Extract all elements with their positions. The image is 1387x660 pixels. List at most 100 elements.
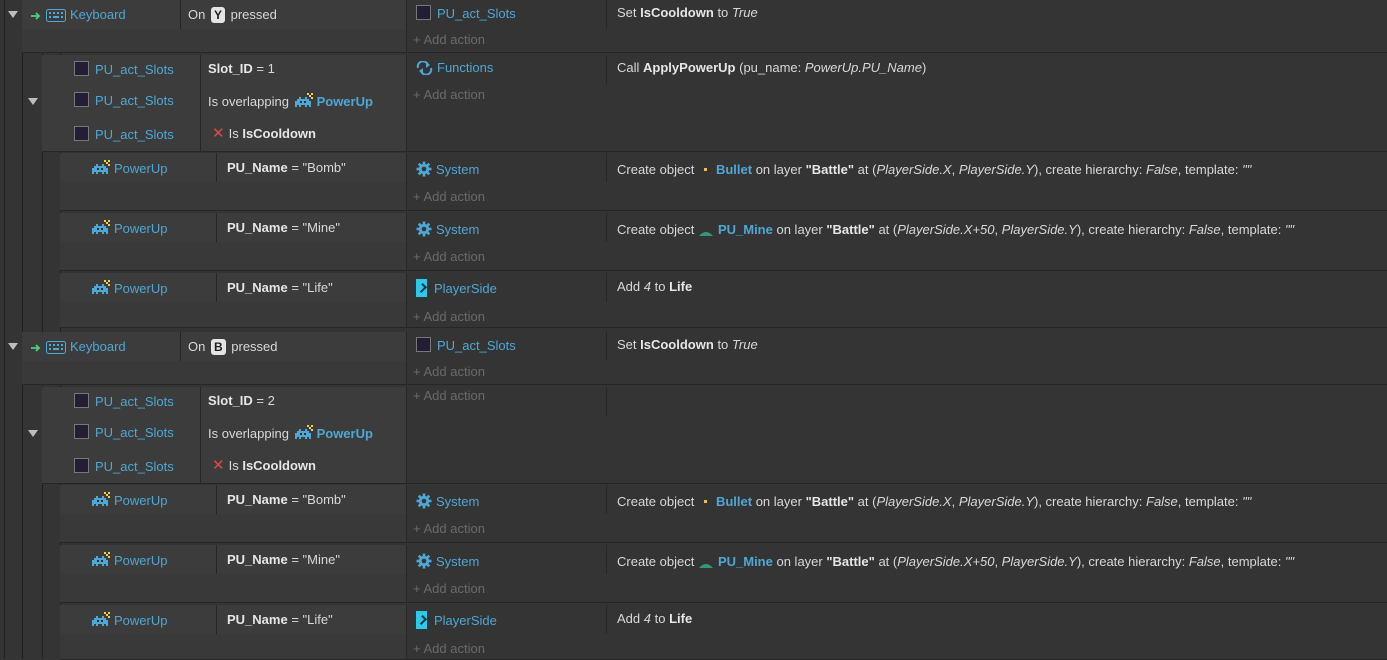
eq: = (291, 280, 299, 295)
collapse-toggle[interactable] (8, 343, 18, 350)
object-pu-act-slots[interactable]: PU_act_Slots (74, 126, 174, 143)
add-action-button[interactable]: Add action (413, 521, 485, 537)
bullet-sprite-icon (703, 168, 707, 171)
object-bullet[interactable]: Bullet (716, 162, 752, 177)
trigger-keyboard[interactable]: Keyboard (30, 339, 126, 355)
var-life: Life (669, 279, 693, 294)
condition-is-overlapping[interactable]: Is overlapping PowerUp (208, 425, 373, 442)
object-powerup[interactable]: PowerUp (90, 280, 167, 297)
condition-pu-name[interactable]: PU_Name = "Life" (227, 280, 333, 296)
action-create-object[interactable]: Create object Bullet on layer "Battle" a… (617, 162, 1251, 178)
column-separator (606, 332, 607, 361)
action-object-slots[interactable]: PU_act_Slots (416, 5, 516, 22)
object-pu-act-slots[interactable]: PU_act_Slots (74, 458, 174, 475)
condition-slot-id[interactable]: Slot_ID = 1 (208, 61, 275, 77)
object-powerup[interactable]: PowerUp (90, 220, 167, 237)
action-create-object[interactable]: Create object Bullet on layer "Battle" a… (617, 494, 1251, 510)
add-action-button[interactable]: Add action (413, 189, 485, 205)
add-action-button[interactable]: Add action (413, 364, 485, 380)
object-pu-act-slots[interactable]: PU_act_Slots (74, 92, 174, 109)
add-action-button[interactable]: Add action (413, 641, 485, 657)
action-object-functions[interactable]: Functions (416, 60, 493, 76)
pu-act-slots-icon (74, 393, 89, 408)
action-object-system[interactable]: System (416, 493, 479, 510)
add-action-button[interactable]: Add action (413, 32, 485, 48)
param-y: PlayerSide.Y (1001, 554, 1077, 569)
param-false: False (1188, 554, 1221, 569)
param-y: PlayerSide.Y (958, 162, 1034, 177)
action-create-object[interactable]: Create object PU_Mine on layer "Battle" … (617, 554, 1294, 570)
object-pu-mine[interactable]: PU_Mine (718, 222, 773, 237)
action-object-system[interactable]: System (416, 221, 479, 238)
param-tpl: , template: (1177, 162, 1243, 177)
object-pu-act-slots[interactable]: PU_act_Slots (74, 424, 174, 441)
collapse-toggle[interactable] (28, 98, 38, 105)
action-object-playerside[interactable]: PlayerSide (416, 611, 497, 629)
object-pu-act-slots[interactable]: PU_act_Slots (74, 393, 174, 410)
column-separator (606, 485, 607, 514)
condition-is-cooldown-inverted[interactable]: ✕ Is IsCooldown (212, 126, 316, 142)
column-separator (606, 213, 607, 242)
condition-is-overlapping[interactable]: Is overlapping PowerUp (208, 93, 373, 110)
action-add-life[interactable]: Add 4 to Life (617, 611, 692, 627)
object-powerup[interactable]: PowerUp (90, 492, 167, 509)
object-powerup[interactable]: PowerUp (317, 426, 373, 441)
create-label: Create object (617, 162, 695, 177)
mine-sprite-icon (698, 564, 713, 568)
object-pu-act-slots[interactable]: PU_act_Slots (74, 61, 174, 78)
object-pu-mine[interactable]: PU_Mine (718, 554, 773, 569)
condition-pu-name[interactable]: PU_Name = "Bomb" (227, 160, 346, 176)
object-powerup[interactable]: PowerUp (90, 612, 167, 629)
row-separator (60, 270, 1387, 271)
action-add-life[interactable]: Add 4 to Life (617, 279, 692, 295)
action-call-function[interactable]: Call ApplyPowerUp (pu_name: PowerUp.PU_N… (617, 60, 926, 76)
action-object-system[interactable]: System (416, 161, 479, 178)
value-4: 4 (643, 611, 651, 626)
add-action-button[interactable]: Add action (413, 581, 485, 597)
condition-pu-name[interactable]: PU_Name = "Bomb" (227, 492, 346, 508)
indent-rail (22, 0, 23, 659)
row-separator (60, 327, 1387, 328)
object-powerup[interactable]: PowerUp (317, 94, 373, 109)
column-separator (180, 332, 181, 361)
column-separator (406, 213, 407, 270)
trigger-keyboard[interactable]: Keyboard (30, 7, 126, 23)
object-powerup[interactable]: PowerUp (90, 160, 167, 177)
param-tpl: , template: (1220, 554, 1285, 569)
object-bullet[interactable]: Bullet (716, 494, 752, 509)
action-object-slots[interactable]: PU_act_Slots (416, 337, 516, 354)
action-set-cooldown[interactable]: Set IsCooldown to True (617, 5, 758, 21)
param-y: PlayerSide.Y (958, 494, 1034, 509)
value-true: True (731, 5, 758, 20)
action-set-cooldown[interactable]: Set IsCooldown to True (617, 337, 758, 353)
powerup-condition-blank (60, 634, 406, 659)
condition-pu-name[interactable]: PU_Name = "Life" (227, 612, 333, 628)
condition-pu-name[interactable]: PU_Name = "Mine" (227, 220, 340, 236)
eq: = (291, 492, 299, 507)
action-object-system[interactable]: System (416, 553, 479, 570)
var-name: IsCooldown (640, 5, 714, 20)
condition-slot-id[interactable]: Slot_ID = 2 (208, 393, 275, 409)
var-pu-name: PU_Name (227, 160, 288, 175)
collapse-toggle[interactable] (8, 11, 18, 18)
pu-name-value: "Mine" (302, 220, 340, 235)
param-at: at ( (857, 494, 877, 509)
condition-is-cooldown-inverted[interactable]: ✕ Is IsCooldown (212, 458, 316, 474)
action-create-object[interactable]: Create object PU_Mine on layer "Battle" … (617, 222, 1294, 238)
condition-pu-name[interactable]: PU_Name = "Mine" (227, 552, 340, 568)
collapse-toggle[interactable] (28, 430, 38, 437)
object-powerup[interactable]: PowerUp (90, 552, 167, 569)
is-label: Is (228, 458, 239, 473)
add-action-button[interactable]: Add action (413, 249, 485, 265)
add-action-button[interactable]: Add action (413, 87, 485, 103)
param-x: PlayerSide.X (876, 494, 952, 509)
add-action-button[interactable]: Add action (413, 309, 485, 325)
action-object-playerside[interactable]: PlayerSide (416, 279, 497, 297)
param-tpl: , template: (1177, 494, 1243, 509)
condition-on-key-pressed[interactable]: On Y pressed (188, 7, 277, 23)
add-action-button[interactable]: Add action (413, 388, 485, 404)
condition-on-key-pressed[interactable]: On B pressed (188, 339, 278, 355)
param-comma: , (951, 494, 959, 509)
pu-act-slots-icon (416, 337, 431, 352)
column-separator (406, 153, 407, 210)
